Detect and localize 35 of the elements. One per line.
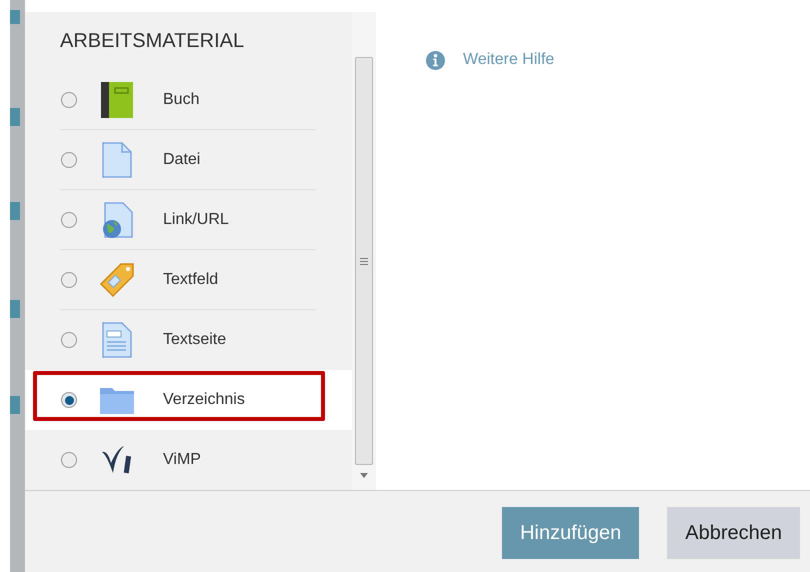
module-option[interactable]: Textseite (25, 310, 352, 370)
file-icon (102, 142, 132, 178)
document-icon (102, 322, 132, 358)
module-option[interactable]: ViMP (25, 430, 352, 490)
module-option[interactable]: Datei (25, 130, 352, 190)
info-icon (426, 50, 445, 70)
option-label: Buch (163, 90, 200, 110)
cancel-button[interactable]: Abbrechen (667, 507, 800, 559)
option-label: Textseite (163, 330, 226, 350)
checkmark-logo-icon (102, 446, 132, 474)
section-heading: ARBEITSMATERIAL (60, 29, 244, 54)
radio-button[interactable] (61, 392, 77, 408)
radio-button[interactable] (61, 152, 77, 168)
radio-button[interactable] (61, 452, 77, 468)
option-label: Link/URL (163, 210, 229, 230)
radio-button[interactable] (61, 92, 77, 108)
radio-button[interactable] (61, 332, 77, 348)
scroll-down-icon[interactable] (360, 473, 368, 478)
option-label: ViMP (163, 450, 201, 470)
book-icon (101, 82, 133, 118)
tag-icon (99, 262, 135, 298)
module-option[interactable]: Link/URL (25, 190, 352, 250)
module-option[interactable]: Textfeld (25, 250, 352, 310)
globe-file-icon (101, 202, 133, 238)
module-option[interactable]: Verzeichnis (25, 370, 352, 430)
module-option[interactable]: Buch (25, 70, 352, 130)
option-label: Textfeld (163, 270, 218, 290)
radio-button[interactable] (61, 212, 77, 228)
radio-button[interactable] (61, 272, 77, 288)
option-label: Verzeichnis (163, 390, 245, 410)
grip-icon (360, 258, 368, 264)
scrollbar[interactable] (352, 12, 376, 490)
scrollbar-thumb[interactable] (355, 57, 373, 465)
option-label: Datei (163, 150, 200, 170)
folder-icon (99, 385, 135, 415)
